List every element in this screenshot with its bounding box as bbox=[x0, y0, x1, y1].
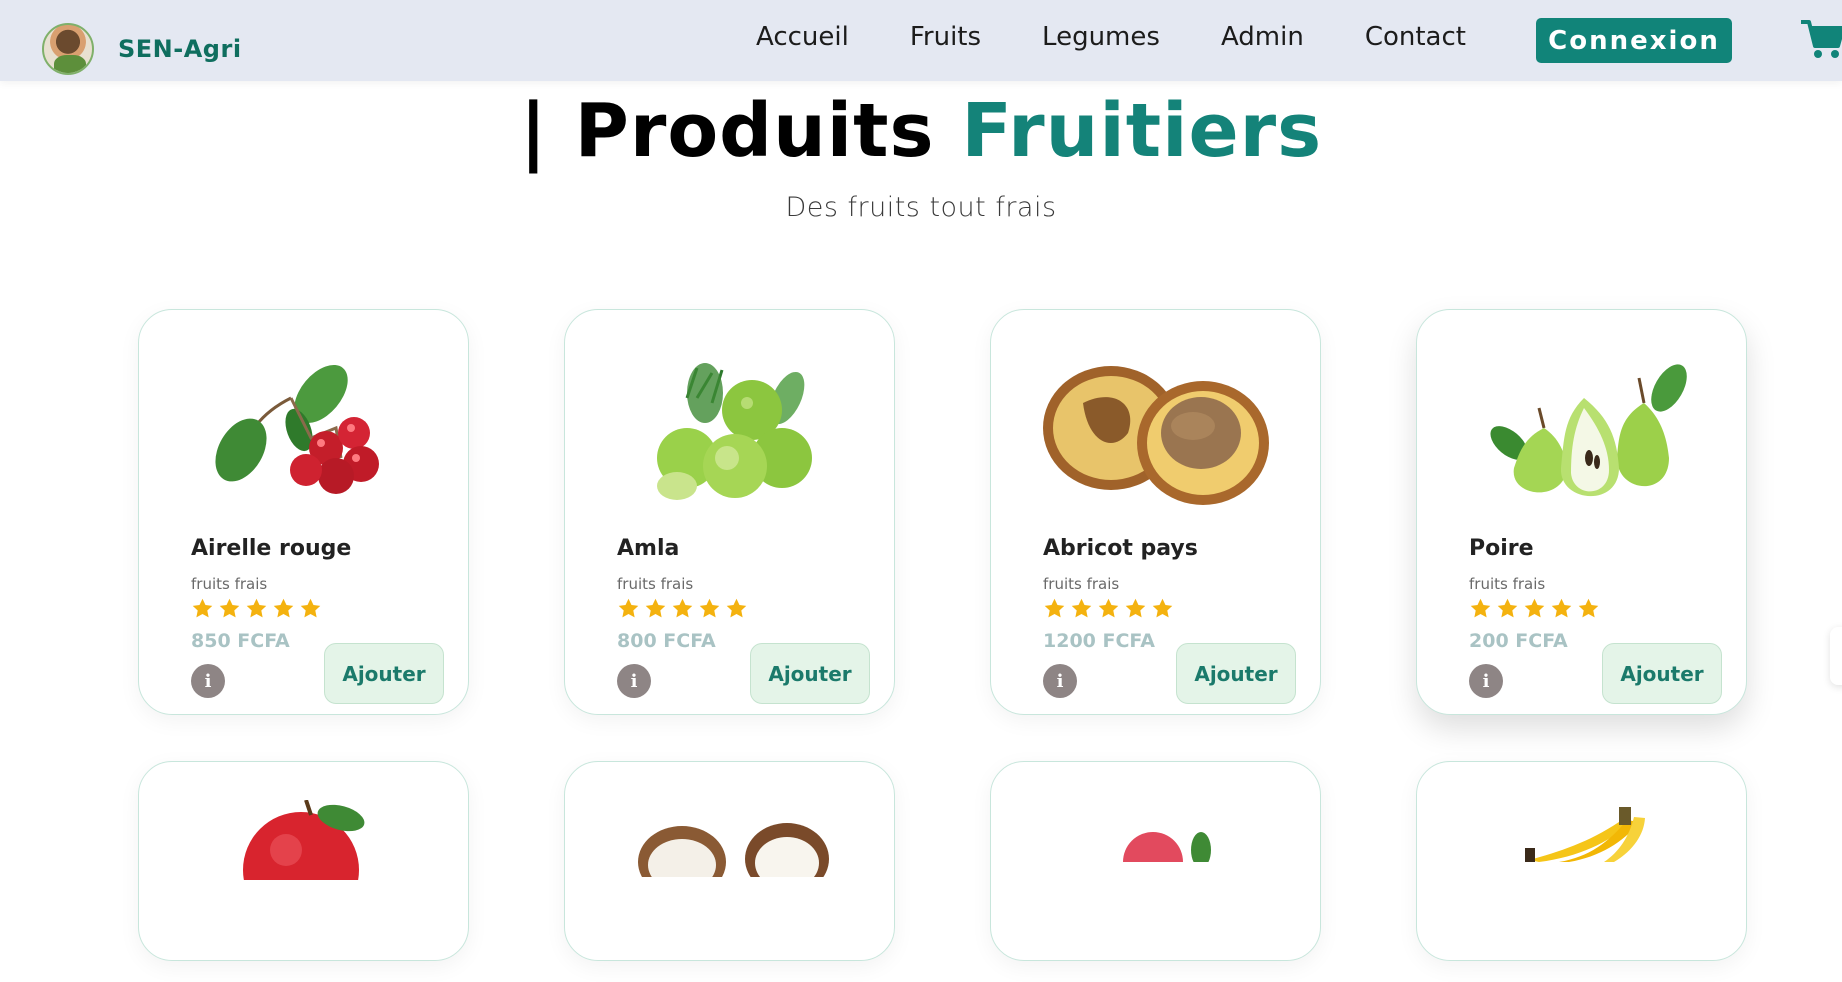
star-icon bbox=[1070, 597, 1093, 620]
product-card[interactable]: Airelle rouge fruits frais 850 FCFA i Aj… bbox=[138, 309, 469, 715]
product-card[interactable] bbox=[138, 761, 469, 961]
star-icon bbox=[1523, 597, 1546, 620]
login-button[interactable]: Connexion bbox=[1536, 18, 1732, 63]
amla-gooseberry-image bbox=[617, 358, 845, 518]
lychee-image bbox=[1043, 822, 1271, 982]
page-title-prefix: | Produits bbox=[519, 88, 935, 174]
page-subtitle: Des fruits tout frais bbox=[785, 192, 1057, 223]
star-icon bbox=[191, 597, 214, 620]
nav-link-fruits[interactable]: Fruits bbox=[910, 22, 981, 52]
nav-links: Accueil Fruits Legumes Admin Contact bbox=[756, 22, 1527, 52]
product-card[interactable] bbox=[990, 761, 1321, 961]
brand-name: SEN-Agri bbox=[118, 35, 242, 63]
info-icon[interactable]: i bbox=[191, 664, 225, 698]
product-rating bbox=[617, 597, 748, 620]
star-icon bbox=[671, 597, 694, 620]
product-price: 850 FCFA bbox=[191, 630, 290, 652]
product-card[interactable]: Abricot pays fruits frais 1200 FCFA i Aj… bbox=[990, 309, 1321, 715]
star-icon bbox=[1550, 597, 1573, 620]
product-name: Airelle rouge bbox=[191, 536, 352, 561]
add-to-cart-button[interactable]: Ajouter bbox=[750, 643, 870, 704]
star-icon bbox=[1469, 597, 1492, 620]
brand-logo-icon bbox=[42, 23, 94, 75]
abricot-pays-image bbox=[1043, 358, 1271, 518]
product-rating bbox=[191, 597, 322, 620]
product-price: 1200 FCFA bbox=[1043, 630, 1155, 652]
star-icon bbox=[1577, 597, 1600, 620]
top-navbar: SEN-Agri Accueil Fruits Legumes Admin Co… bbox=[0, 0, 1842, 81]
star-icon bbox=[1124, 597, 1147, 620]
star-icon bbox=[1151, 597, 1174, 620]
product-category: fruits frais bbox=[191, 575, 268, 593]
product-category: fruits frais bbox=[617, 575, 694, 593]
star-icon bbox=[1097, 597, 1120, 620]
star-icon bbox=[644, 597, 667, 620]
product-name: Amla bbox=[617, 536, 680, 561]
product-category: fruits frais bbox=[1469, 575, 1546, 593]
nav-link-legumes[interactable]: Legumes bbox=[1042, 22, 1160, 52]
add-to-cart-button[interactable]: Ajouter bbox=[1176, 643, 1296, 704]
banana-image bbox=[1469, 802, 1697, 962]
product-card[interactable]: Amla fruits frais 800 FCFA i Ajouter bbox=[564, 309, 895, 715]
info-icon[interactable]: i bbox=[1469, 664, 1503, 698]
coconut-image bbox=[617, 817, 845, 977]
star-icon bbox=[218, 597, 241, 620]
star-icon bbox=[245, 597, 268, 620]
star-icon bbox=[299, 597, 322, 620]
red-apple-image bbox=[191, 799, 419, 960]
product-category: fruits frais bbox=[1043, 575, 1120, 593]
product-price: 800 FCFA bbox=[617, 630, 716, 652]
product-card[interactable] bbox=[1416, 761, 1747, 961]
shopping-cart-icon[interactable] bbox=[1800, 18, 1842, 60]
star-icon bbox=[272, 597, 295, 620]
red-cranberry-image bbox=[191, 358, 419, 518]
nav-link-admin[interactable]: Admin bbox=[1221, 22, 1304, 52]
product-name: Abricot pays bbox=[1043, 536, 1198, 561]
info-icon[interactable]: i bbox=[617, 664, 651, 698]
product-name: Poire bbox=[1469, 536, 1534, 561]
product-card[interactable]: Poire fruits frais 200 FCFA i Ajouter bbox=[1416, 309, 1747, 715]
star-icon bbox=[725, 597, 748, 620]
side-scroll-handle[interactable] bbox=[1830, 627, 1842, 685]
star-icon bbox=[698, 597, 721, 620]
product-card[interactable] bbox=[564, 761, 895, 961]
add-to-cart-button[interactable]: Ajouter bbox=[1602, 643, 1722, 704]
add-to-cart-button[interactable]: Ajouter bbox=[324, 643, 444, 704]
page-title-accent: Fruitiers bbox=[961, 88, 1323, 174]
product-price: 200 FCFA bbox=[1469, 630, 1568, 652]
product-rating bbox=[1043, 597, 1174, 620]
nav-link-accueil[interactable]: Accueil bbox=[756, 22, 849, 52]
nav-link-contact[interactable]: Contact bbox=[1365, 22, 1466, 52]
star-icon bbox=[1496, 597, 1519, 620]
star-icon bbox=[1043, 597, 1066, 620]
product-rating bbox=[1469, 597, 1600, 620]
pear-image bbox=[1469, 358, 1697, 518]
star-icon bbox=[617, 597, 640, 620]
page-title: | Produits Fruitiers bbox=[0, 88, 1842, 174]
info-icon[interactable]: i bbox=[1043, 664, 1077, 698]
brand[interactable]: SEN-Agri bbox=[42, 23, 242, 75]
